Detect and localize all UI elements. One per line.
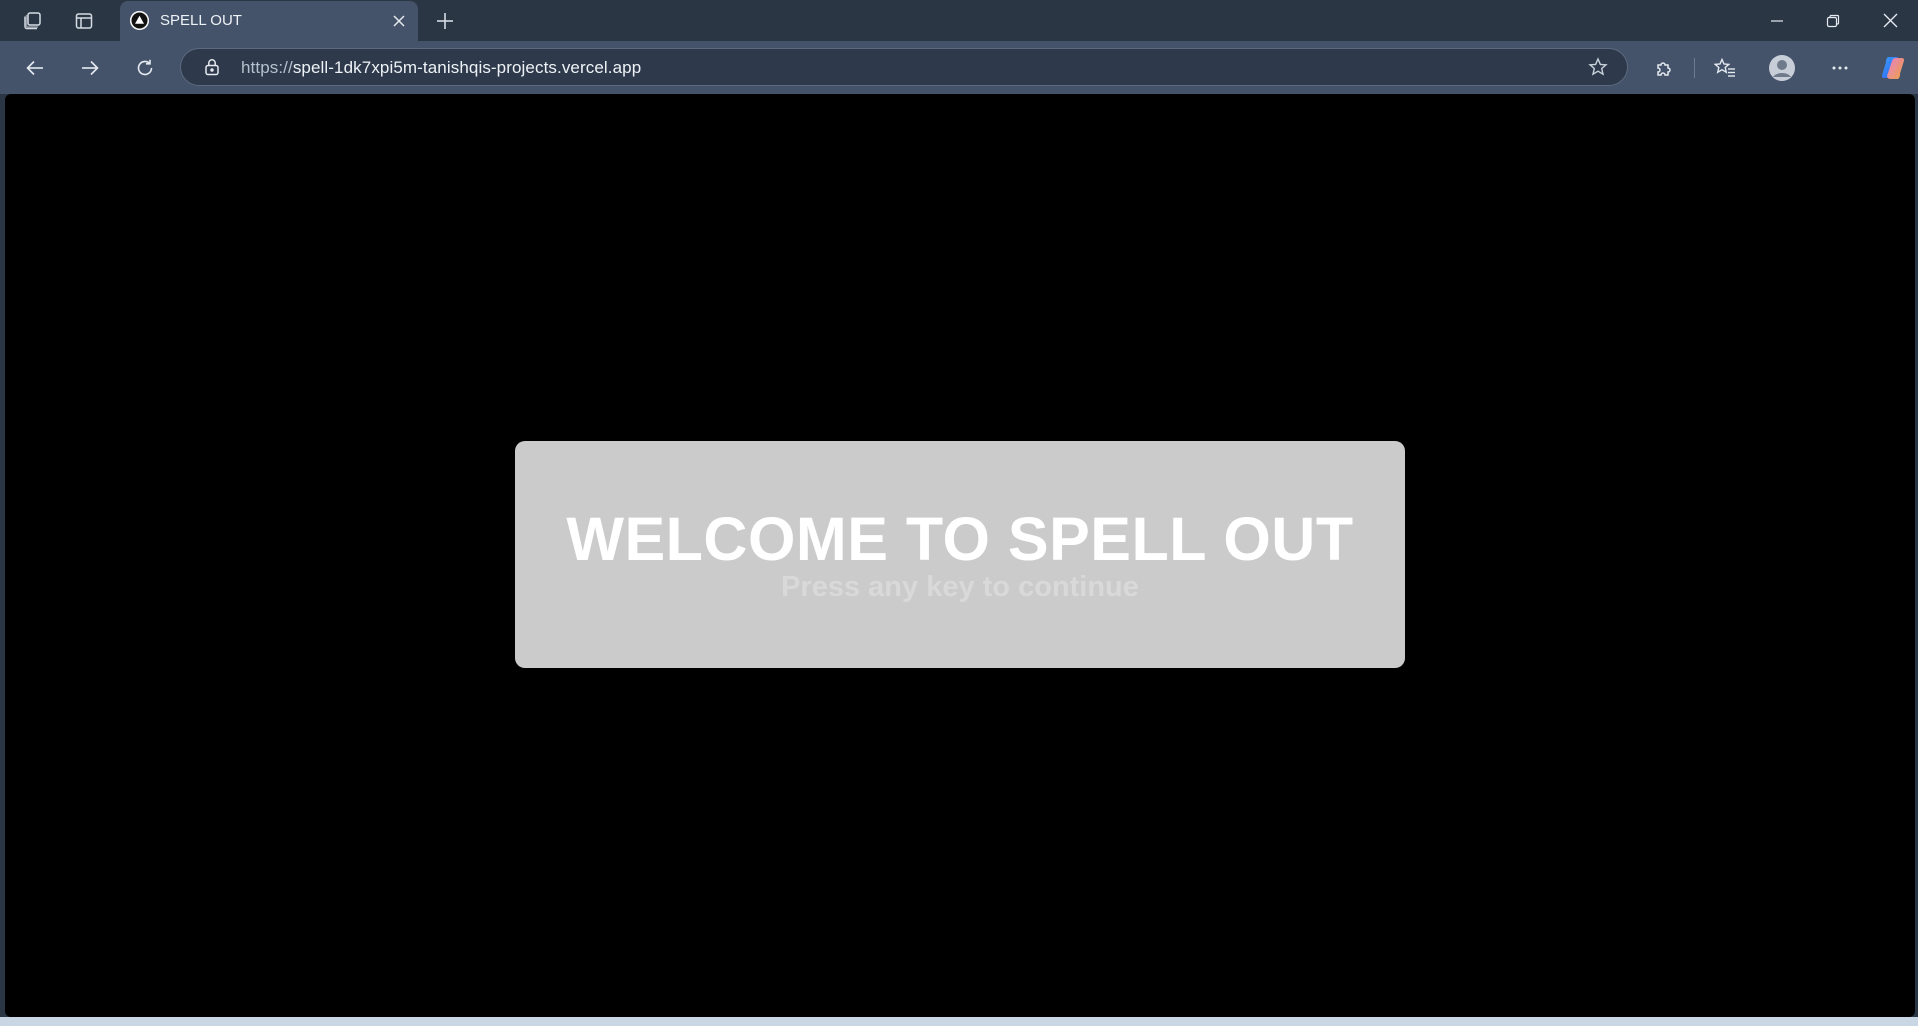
tab-actions-icon[interactable] bbox=[67, 6, 101, 36]
refresh-icon[interactable] bbox=[128, 51, 162, 85]
profile-avatar-icon[interactable] bbox=[1765, 51, 1799, 85]
puzzle-icon[interactable] bbox=[1647, 51, 1681, 85]
browser-toolbar: https://spell-1dk7xpi5m-tanishqis-projec… bbox=[0, 41, 1918, 94]
star-icon[interactable] bbox=[1587, 56, 1609, 78]
browser-window: SPELL OUT https://spell-1dk7xpi5m-tanish… bbox=[0, 0, 1918, 1026]
plus-icon[interactable] bbox=[428, 6, 462, 36]
restore-icon[interactable] bbox=[1805, 0, 1861, 41]
url-scheme: https:// bbox=[241, 58, 293, 77]
welcome-title: WELCOME TO SPELL OUT bbox=[566, 505, 1354, 573]
workspaces-icon[interactable] bbox=[15, 6, 49, 36]
page-viewport[interactable]: WELCOME TO SPELL OUT Press any key to co… bbox=[5, 94, 1915, 1017]
tab-close-icon[interactable] bbox=[388, 10, 410, 32]
toolbar-divider bbox=[1694, 58, 1695, 78]
tab-strip: SPELL OUT bbox=[0, 0, 1918, 41]
url-text[interactable]: https://spell-1dk7xpi5m-tanishqis-projec… bbox=[241, 58, 641, 78]
window-bottom-edge bbox=[0, 1017, 1918, 1026]
url-host: spell-1dk7xpi5m-tanishqis-projects.verce… bbox=[292, 58, 642, 77]
copilot-icon[interactable] bbox=[1876, 51, 1910, 85]
address-bar[interactable]: https://spell-1dk7xpi5m-tanishqis-projec… bbox=[180, 48, 1628, 86]
lock-icon[interactable] bbox=[203, 58, 221, 76]
tab-title: SPELL OUT bbox=[160, 12, 242, 29]
continue-prompt: Press any key to continue bbox=[781, 571, 1139, 603]
back-arrow-icon[interactable] bbox=[18, 51, 52, 85]
more-icon[interactable] bbox=[1823, 51, 1857, 85]
vercel-triangle-icon bbox=[130, 11, 149, 30]
favorites-icon[interactable] bbox=[1708, 51, 1742, 85]
forward-arrow-icon[interactable] bbox=[73, 51, 107, 85]
welcome-card: WELCOME TO SPELL OUT Press any key to co… bbox=[515, 441, 1405, 668]
close-icon[interactable] bbox=[1862, 0, 1918, 41]
active-tab[interactable]: SPELL OUT bbox=[120, 1, 418, 41]
minimize-icon[interactable] bbox=[1749, 0, 1805, 41]
